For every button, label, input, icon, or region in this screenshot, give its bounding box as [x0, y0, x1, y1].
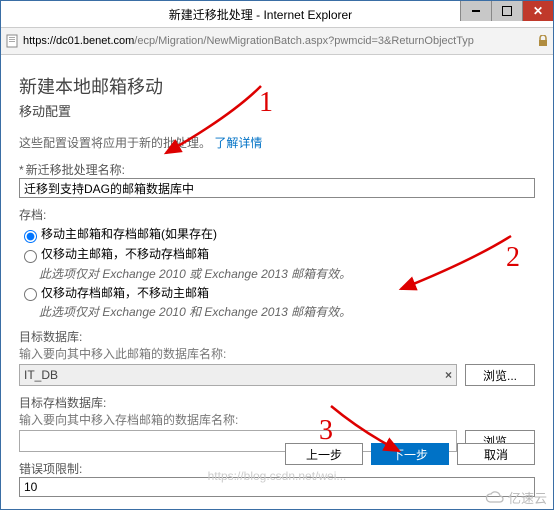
archive-group-label: 存档:: [19, 206, 535, 223]
target-db-input[interactable]: IT_DB ×: [19, 364, 457, 386]
archive-radio-2[interactable]: [24, 250, 37, 263]
window-close-button[interactable]: ✕: [522, 1, 553, 21]
archive-option-2-note: 此选项仅对 Exchange 2010 或 Exchange 2013 邮箱有效…: [39, 265, 535, 282]
archive-radio-1[interactable]: [24, 230, 37, 243]
url-text: https://dc01.benet.com/ecp/Migration/New…: [23, 35, 533, 47]
archive-option-3-note: 此选项仅对 Exchange 2010 和 Exchange 2013 邮箱有效…: [39, 303, 535, 320]
archive-db-label: 目标存档数据库:: [19, 394, 535, 411]
batch-name-label: 新迁移批处理名称:: [19, 161, 535, 178]
archive-option-2[interactable]: 仅移动主邮箱，不移动存档邮箱: [19, 245, 535, 263]
archive-option-1[interactable]: 移动主邮箱和存档邮箱(如果存在): [19, 225, 535, 243]
learn-more-link[interactable]: 了解详情: [214, 136, 262, 150]
window-maximize-button[interactable]: [491, 1, 522, 21]
page-subheading: 移动配置: [19, 101, 535, 120]
page-heading: 新建本地邮箱移动: [19, 73, 535, 99]
back-button[interactable]: 上一步: [285, 443, 363, 465]
lock-icon: [537, 35, 549, 47]
batch-name-input[interactable]: [19, 178, 535, 198]
window-minimize-button[interactable]: [460, 1, 491, 21]
cancel-button[interactable]: 取消: [457, 443, 535, 465]
address-bar[interactable]: https://dc01.benet.com/ecp/Migration/New…: [1, 28, 553, 55]
target-db-value: IT_DB: [24, 368, 445, 382]
bad-items-input[interactable]: [19, 477, 535, 497]
window-titlebar: 新建迁移批处理 - Internet Explorer ✕: [1, 1, 553, 28]
target-db-clear-icon[interactable]: ×: [445, 368, 452, 382]
archive-db-help: 输入要向其中移入存档邮箱的数据库名称:: [19, 411, 535, 428]
archive-radio-3[interactable]: [24, 288, 37, 301]
archive-option-3[interactable]: 仅移动存档邮箱，不移动主邮箱: [19, 284, 535, 302]
intro-text: 这些配置设置将应用于新的批处理。 了解详情: [19, 134, 535, 151]
target-db-label: 目标数据库:: [19, 328, 535, 345]
archive-option-group: 存档: 移动主邮箱和存档邮箱(如果存在) 仅移动主邮箱，不移动存档邮箱 此选项仅…: [19, 206, 535, 320]
window-title: 新建迁移批处理 - Internet Explorer: [61, 6, 460, 23]
target-db-help: 输入要向其中移入此邮箱的数据库名称:: [19, 345, 535, 362]
wizard-footer: 上一步 下一步 取消: [285, 443, 535, 465]
next-button[interactable]: 下一步: [371, 443, 449, 465]
target-db-browse-button[interactable]: 浏览...: [465, 364, 535, 386]
page-icon: [5, 34, 19, 48]
